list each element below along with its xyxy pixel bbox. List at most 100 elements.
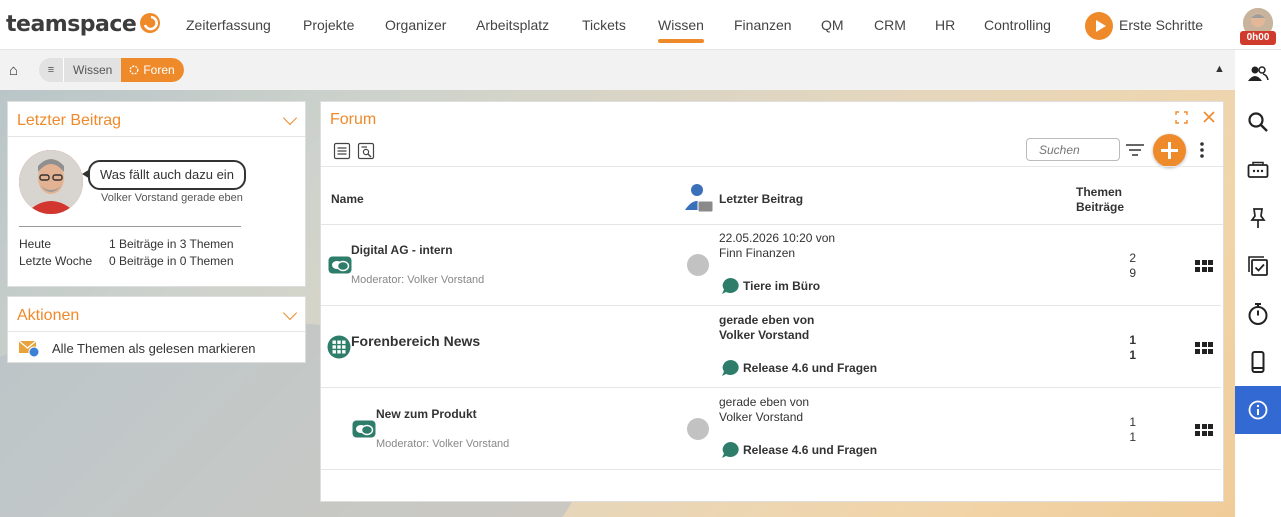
mobile-icon[interactable]: [1235, 338, 1281, 386]
stat-label-last-week: Letzte Woche: [19, 254, 93, 268]
stopwatch-icon[interactable]: [1235, 290, 1281, 338]
search-glyph: [1248, 112, 1268, 132]
nav-tickets[interactable]: Tickets: [582, 17, 626, 33]
forum-name[interactable]: Digital AG - intern: [351, 243, 453, 257]
forum-category-icon: [327, 335, 351, 359]
last-post-topic-link[interactable]: Release 4.6 und Fragen: [743, 443, 877, 457]
teamspace-logo[interactable]: teamspace: [6, 12, 137, 37]
add-button[interactable]: [1153, 134, 1186, 167]
nav-wissen[interactable]: Wissen: [658, 17, 704, 43]
chat-bubble-icon: [722, 360, 739, 376]
list-view-icon[interactable]: [333, 142, 351, 160]
nav-qm[interactable]: QM: [821, 17, 844, 33]
right-sidebar: [1235, 50, 1281, 517]
last-post-message[interactable]: Was fällt auch dazu ein: [82, 160, 246, 190]
logo-swirl-icon: [140, 13, 160, 33]
first-steps-link[interactable]: Erste Schritte: [1119, 17, 1203, 33]
last-poster-avatar: [687, 418, 709, 440]
nav-zeiterfassung[interactable]: Zeiterfassung: [186, 17, 271, 33]
last-post-author: Finn Finanzen: [719, 246, 796, 260]
column-header-name[interactable]: Name: [331, 192, 364, 206]
last-post-topic-link[interactable]: Release 4.6 und Fragen: [743, 361, 877, 375]
search-icon[interactable]: [1235, 98, 1281, 146]
breadcrumb-item-foren[interactable]: Foren: [121, 58, 184, 82]
pin-icon[interactable]: [1235, 194, 1281, 242]
mark-all-read-action[interactable]: Alle Themen als gelesen markieren: [17, 338, 297, 358]
info-glyph: [1248, 400, 1268, 420]
panel-divider: [8, 331, 305, 332]
column-header-last-post[interactable]: Letzter Beitrag: [719, 192, 803, 206]
table-row[interactable]: Forenbereich News gerade eben von Volker…: [321, 306, 1221, 388]
play-icon[interactable]: [1085, 12, 1113, 40]
mobile-glyph: [1251, 351, 1265, 373]
forum-search-input[interactable]: [1026, 138, 1120, 161]
stats-divider: [19, 226, 241, 227]
grid-menu-icon[interactable]: [1195, 424, 1213, 436]
toolbar-divider: [321, 166, 1223, 167]
tasks-icon[interactable]: [1235, 242, 1281, 290]
mark-all-read-label: Alle Themen als gelesen markieren: [52, 341, 256, 356]
panel-divider: [8, 136, 305, 137]
last-post-author: Volker Vorstand: [719, 328, 810, 342]
nav-hr[interactable]: HR: [935, 17, 955, 33]
stat-value-last-week: 0 Beiträge in 0 Themen: [109, 254, 234, 268]
posts-count: 1: [1129, 430, 1136, 444]
breadcrumb-item-wissen[interactable]: Wissen: [64, 58, 121, 82]
breadcrumb-bar: ⌂ ≡ Wissen Foren ▲: [0, 50, 1235, 90]
stopwatch-glyph: [1248, 303, 1268, 325]
column-header-topics[interactable]: Themen: [1076, 185, 1122, 199]
forum-bubbles-icon: [352, 420, 376, 438]
plus-icon: [1161, 142, 1178, 159]
forum-name[interactable]: Forenbereich News: [351, 333, 480, 349]
last-post-byline: Volker Vorstand gerade eben: [101, 192, 243, 204]
nav-controlling[interactable]: Controlling: [984, 17, 1051, 33]
forum-title: Forum: [330, 111, 377, 128]
breadcrumb-menu-icon[interactable]: ≡: [39, 58, 64, 82]
actions-title: Aktionen: [17, 307, 80, 324]
last-post-panel: Letzter Beitrag Was fällt auch dazu ein …: [7, 101, 306, 287]
breadcrumb-active-label: Foren: [143, 63, 175, 77]
column-header-posts[interactable]: Beiträge: [1076, 200, 1124, 214]
collapse-arrow-icon[interactable]: ▲: [1214, 63, 1225, 75]
more-options-icon[interactable]: [1199, 140, 1205, 160]
last-post-author: Volker Vorstand: [719, 410, 804, 424]
search-list-icon[interactable]: [357, 142, 375, 160]
nav-arbeitsplatz[interactable]: Arbeitsplatz: [476, 17, 549, 33]
grid-menu-icon[interactable]: [1195, 260, 1213, 272]
forum-moderator: Moderator: Volker Vorstand: [351, 274, 485, 286]
contacts-icon[interactable]: [1235, 50, 1281, 98]
info-icon[interactable]: [1235, 386, 1281, 434]
chevron-down-icon[interactable]: [282, 305, 298, 321]
close-icon[interactable]: [1202, 110, 1216, 124]
contacts-glyph: [1248, 66, 1269, 81]
avatar[interactable]: [19, 150, 83, 214]
table-row[interactable]: New zum Produkt Moderator: Volker Vorsta…: [321, 388, 1221, 470]
grid-menu-icon[interactable]: [1195, 342, 1213, 354]
tasks-glyph: [1248, 256, 1268, 276]
nav-finanzen[interactable]: Finanzen: [734, 17, 792, 33]
topics-count: 1: [1129, 333, 1136, 347]
table-row[interactable]: Digital AG - intern Moderator: Volker Vo…: [321, 224, 1221, 306]
actions-panel: Aktionen Alle Themen als gelesen markier…: [7, 296, 306, 363]
home-icon[interactable]: ⌂: [9, 62, 18, 79]
chat-bubble-icon: [722, 442, 739, 458]
inbox-glyph: [1247, 161, 1269, 178]
envelope-read-icon: [18, 340, 40, 358]
breadcrumb: ≡ Wissen Foren: [39, 58, 184, 82]
maximize-icon[interactable]: [1175, 111, 1188, 124]
chevron-down-icon[interactable]: [282, 110, 298, 126]
topics-count: 2: [1129, 251, 1136, 265]
time-tracking-badge[interactable]: 0h00: [1240, 31, 1276, 45]
stat-value-today: 1 Beiträge in 3 Themen: [109, 237, 234, 251]
forum-name[interactable]: New zum Produkt: [376, 407, 477, 421]
last-post-date: 22.05.2026 10:20 von: [719, 231, 836, 245]
last-poster-avatar: [687, 254, 709, 276]
nav-crm[interactable]: CRM: [874, 17, 906, 33]
last-post-topic-link[interactable]: Tiere im Büro: [743, 279, 820, 293]
nav-projekte[interactable]: Projekte: [303, 17, 354, 33]
filter-icon[interactable]: [1125, 143, 1145, 159]
posts-count: 1: [1129, 348, 1136, 362]
forum-bubbles-icon: [328, 256, 352, 274]
nav-organizer[interactable]: Organizer: [385, 17, 446, 33]
inbox-icon[interactable]: [1235, 146, 1281, 194]
